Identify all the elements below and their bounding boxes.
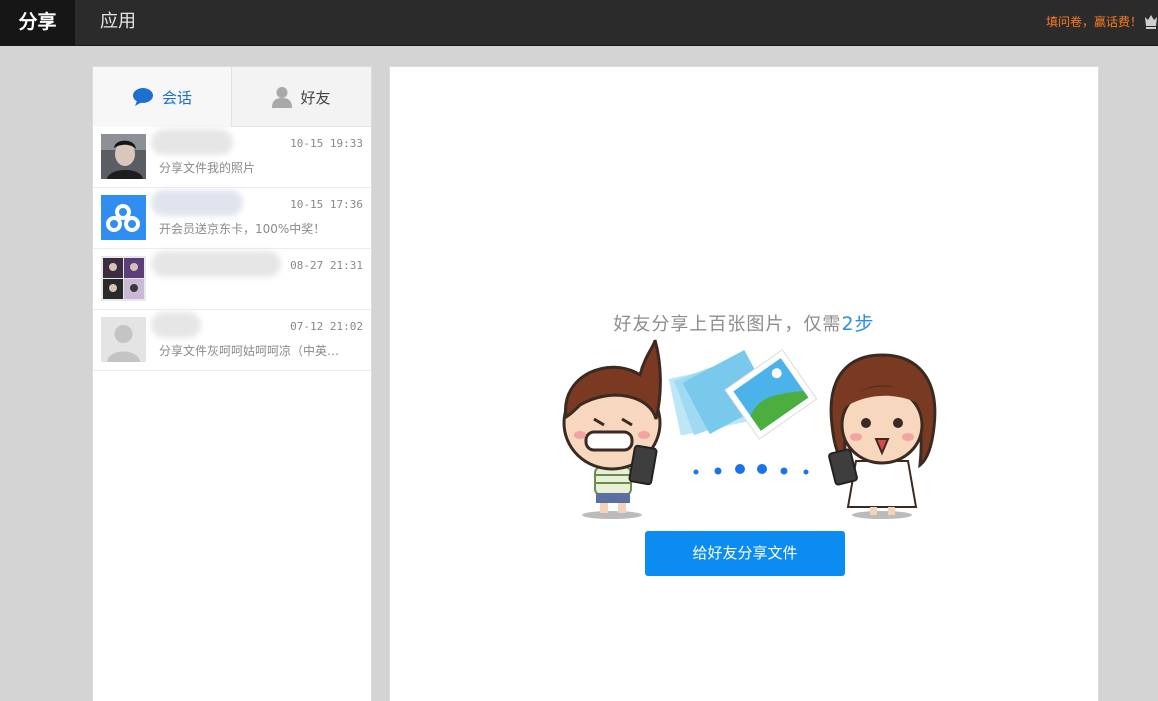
share-with-friend-button[interactable]: 给好友分享文件: [645, 531, 845, 576]
tab-friends[interactable]: 好友: [232, 67, 371, 127]
conversation-name-redacted: [151, 312, 201, 338]
conversation-item[interactable]: 07-12 21:02 分享文件灰呵呵姑呵呵凉（中英…: [93, 310, 371, 371]
nav-tab-share[interactable]: 分享: [0, 0, 75, 46]
tab-conversations-label: 会话: [161, 88, 192, 107]
girl-character-icon: [828, 353, 937, 519]
conversation-name-redacted: [151, 129, 233, 155]
conversation-preview: 开会员送京东卡，100%中奖！: [159, 222, 326, 236]
panel-tabs: 会话 好友: [93, 67, 371, 127]
baidu-cloud-logo-avatar: [101, 195, 146, 240]
headline-prefix: 好友分享上百张图片，仅需: [613, 314, 842, 335]
photo-stack-icon: [668, 349, 818, 440]
group-collage-avatar: [101, 256, 146, 301]
user-icon: [272, 87, 293, 108]
conversation-item[interactable]: 10-15 19:33 分享文件我的照片: [93, 127, 371, 188]
conversation-item[interactable]: 10-15 17:36 开会员送京东卡，100%中奖！: [93, 188, 371, 249]
conversation-name-redacted: [151, 190, 243, 216]
conversation-preview: 分享文件我的照片: [159, 161, 256, 175]
crown-icon[interactable]: [1144, 12, 1158, 30]
conversation-time: 07-12 21:02: [290, 320, 363, 333]
chat-bubble-icon: [132, 88, 153, 106]
headline-suffix: 步: [854, 313, 875, 335]
survey-promo-link[interactable]: 填问卷，赢话费！: [1046, 0, 1142, 46]
nav-tab-apps[interactable]: 应用: [100, 0, 136, 46]
boy-character-icon: [562, 339, 662, 519]
tab-friends-label: 好友: [300, 88, 331, 107]
conversation-name-redacted: [151, 251, 281, 277]
main-content-panel: 好友分享上百张图片，仅需2步 给好友分享文件: [389, 66, 1099, 701]
conversation-list: 10-15 19:33 分享文件我的照片 10-15 17:36 开会员送京东卡…: [93, 127, 371, 371]
conversation-time: 10-15 17:36: [290, 198, 363, 211]
onboarding-headline: 好友分享上百张图片，仅需2步: [390, 309, 1098, 336]
headline-step-count: 2: [841, 313, 855, 335]
sharing-illustration: [562, 339, 937, 519]
conversation-time: 10-15 19:33: [290, 137, 363, 150]
top-bar: 分享 应用 填问卷，赢话费！: [0, 0, 1158, 46]
default-user-avatar: [101, 317, 146, 362]
progress-dots-icon: [693, 464, 809, 475]
conversation-preview: 分享文件灰呵呵姑呵呵凉（中英…: [159, 344, 340, 358]
conversation-item[interactable]: 08-27 21:31: [93, 249, 371, 310]
conversation-time: 08-27 21:31: [290, 259, 363, 272]
tab-conversations[interactable]: 会话: [93, 67, 232, 127]
conversation-panel: 会话 好友 10-15 19:33 分享文件我的照片 10-15 17:36 开…: [92, 66, 372, 701]
photo-avatar: [101, 134, 146, 179]
